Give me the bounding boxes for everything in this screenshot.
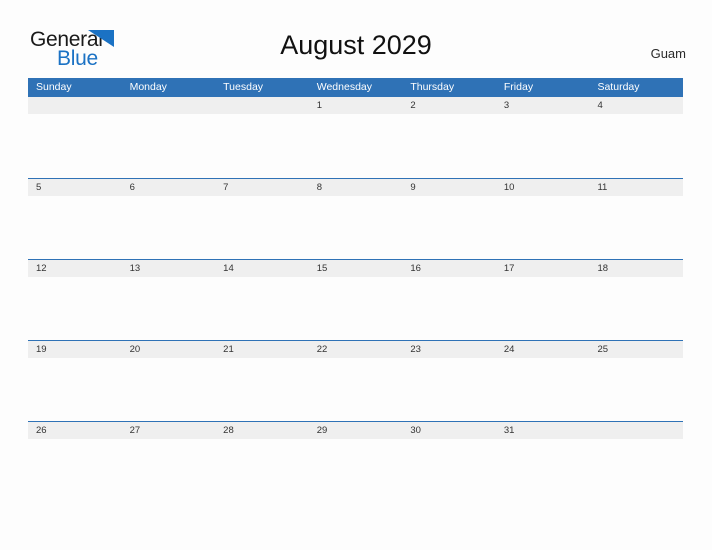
week-note-area bbox=[28, 439, 683, 502]
day-number[interactable]: 4 bbox=[589, 97, 683, 114]
day-number[interactable]: 2 bbox=[402, 97, 496, 114]
week-note-area bbox=[28, 277, 683, 340]
week-date-band: 19 20 21 22 23 24 25 bbox=[28, 340, 683, 358]
day-number[interactable]: 5 bbox=[28, 179, 122, 196]
day-number[interactable]: 28 bbox=[215, 422, 309, 439]
day-number[interactable]: 30 bbox=[402, 422, 496, 439]
day-number[interactable]: 9 bbox=[402, 179, 496, 196]
day-cell[interactable] bbox=[309, 114, 403, 178]
day-cell[interactable] bbox=[589, 358, 683, 421]
location-label: Guam bbox=[650, 46, 686, 61]
week-date-band: 26 27 28 29 30 31 bbox=[28, 421, 683, 439]
weekday-sunday: Sunday bbox=[36, 81, 72, 93]
day-number[interactable] bbox=[28, 97, 122, 114]
day-number[interactable]: 16 bbox=[402, 260, 496, 277]
day-number[interactable]: 10 bbox=[496, 179, 590, 196]
day-cell[interactable] bbox=[589, 277, 683, 340]
calendar-table: Sunday Monday Tuesday Wednesday Thursday… bbox=[28, 78, 683, 502]
day-cell[interactable] bbox=[309, 358, 403, 421]
day-cell[interactable] bbox=[496, 439, 590, 502]
day-number[interactable]: 17 bbox=[496, 260, 590, 277]
day-number[interactable]: 29 bbox=[309, 422, 403, 439]
day-cell[interactable] bbox=[496, 277, 590, 340]
day-cell[interactable] bbox=[496, 196, 590, 259]
day-cell[interactable] bbox=[309, 277, 403, 340]
weekday-monday: Monday bbox=[129, 81, 167, 93]
week-note-area bbox=[28, 358, 683, 421]
weekday-wednesday: Wednesday bbox=[316, 81, 372, 93]
day-number[interactable] bbox=[589, 422, 683, 439]
page-header: General Blue August 2029 Guam bbox=[0, 0, 712, 76]
day-cell[interactable] bbox=[122, 358, 216, 421]
day-cell[interactable] bbox=[215, 114, 309, 178]
day-number[interactable] bbox=[215, 97, 309, 114]
week-row: 12 13 14 15 16 17 18 bbox=[28, 259, 683, 340]
day-number[interactable]: 1 bbox=[309, 97, 403, 114]
day-number[interactable]: 19 bbox=[28, 341, 122, 358]
day-number[interactable]: 3 bbox=[496, 97, 590, 114]
day-number[interactable]: 31 bbox=[496, 422, 590, 439]
day-cell[interactable] bbox=[215, 196, 309, 259]
day-cell[interactable] bbox=[402, 114, 496, 178]
day-cell[interactable] bbox=[402, 277, 496, 340]
day-number[interactable]: 20 bbox=[122, 341, 216, 358]
day-number[interactable]: 27 bbox=[122, 422, 216, 439]
day-cell[interactable] bbox=[496, 114, 590, 178]
weekday-header-row: Sunday Monday Tuesday Wednesday Thursday… bbox=[28, 78, 683, 97]
day-cell[interactable] bbox=[28, 439, 122, 502]
week-note-area bbox=[28, 114, 683, 178]
week-row: 5 6 7 8 9 10 11 bbox=[28, 178, 683, 259]
day-number[interactable]: 8 bbox=[309, 179, 403, 196]
week-row: 1 2 3 4 bbox=[28, 97, 683, 178]
day-cell[interactable] bbox=[28, 277, 122, 340]
day-number[interactable]: 11 bbox=[589, 179, 683, 196]
day-number[interactable]: 6 bbox=[122, 179, 216, 196]
day-number[interactable] bbox=[122, 97, 216, 114]
day-number[interactable]: 7 bbox=[215, 179, 309, 196]
day-number[interactable]: 15 bbox=[309, 260, 403, 277]
week-note-area bbox=[28, 196, 683, 259]
day-number[interactable]: 13 bbox=[122, 260, 216, 277]
day-number[interactable]: 26 bbox=[28, 422, 122, 439]
day-cell[interactable] bbox=[215, 277, 309, 340]
week-date-band: 12 13 14 15 16 17 18 bbox=[28, 259, 683, 277]
day-cell[interactable] bbox=[122, 196, 216, 259]
day-cell[interactable] bbox=[28, 114, 122, 178]
day-cell[interactable] bbox=[28, 196, 122, 259]
day-cell[interactable] bbox=[589, 114, 683, 178]
calendar-page: General Blue August 2029 Guam Sunday Mon… bbox=[0, 0, 712, 550]
day-cell[interactable] bbox=[589, 439, 683, 502]
day-cell[interactable] bbox=[215, 439, 309, 502]
day-number[interactable]: 25 bbox=[589, 341, 683, 358]
day-cell[interactable] bbox=[496, 358, 590, 421]
day-cell[interactable] bbox=[309, 196, 403, 259]
day-cell[interactable] bbox=[309, 439, 403, 502]
day-cell[interactable] bbox=[402, 196, 496, 259]
day-cell[interactable] bbox=[122, 439, 216, 502]
day-number[interactable]: 14 bbox=[215, 260, 309, 277]
day-number[interactable]: 24 bbox=[496, 341, 590, 358]
day-number[interactable]: 18 bbox=[589, 260, 683, 277]
day-cell[interactable] bbox=[215, 358, 309, 421]
week-date-band: 5 6 7 8 9 10 11 bbox=[28, 178, 683, 196]
week-date-band: 1 2 3 4 bbox=[28, 97, 683, 114]
weekday-saturday: Saturday bbox=[597, 81, 640, 93]
day-number[interactable]: 23 bbox=[402, 341, 496, 358]
day-cell[interactable] bbox=[402, 358, 496, 421]
week-row: 19 20 21 22 23 24 25 bbox=[28, 340, 683, 421]
day-number[interactable]: 22 bbox=[309, 341, 403, 358]
weekday-thursday: Thursday bbox=[410, 81, 455, 93]
week-row: 26 27 28 29 30 31 bbox=[28, 421, 683, 502]
day-cell[interactable] bbox=[122, 114, 216, 178]
day-cell[interactable] bbox=[28, 358, 122, 421]
page-title: August 2029 bbox=[280, 30, 432, 60]
day-number[interactable]: 12 bbox=[28, 260, 122, 277]
day-cell[interactable] bbox=[122, 277, 216, 340]
weekday-friday: Friday bbox=[503, 81, 534, 93]
day-cell[interactable] bbox=[589, 196, 683, 259]
day-number[interactable]: 21 bbox=[215, 341, 309, 358]
weekday-tuesday: Tuesday bbox=[223, 81, 264, 93]
day-cell[interactable] bbox=[402, 439, 496, 502]
